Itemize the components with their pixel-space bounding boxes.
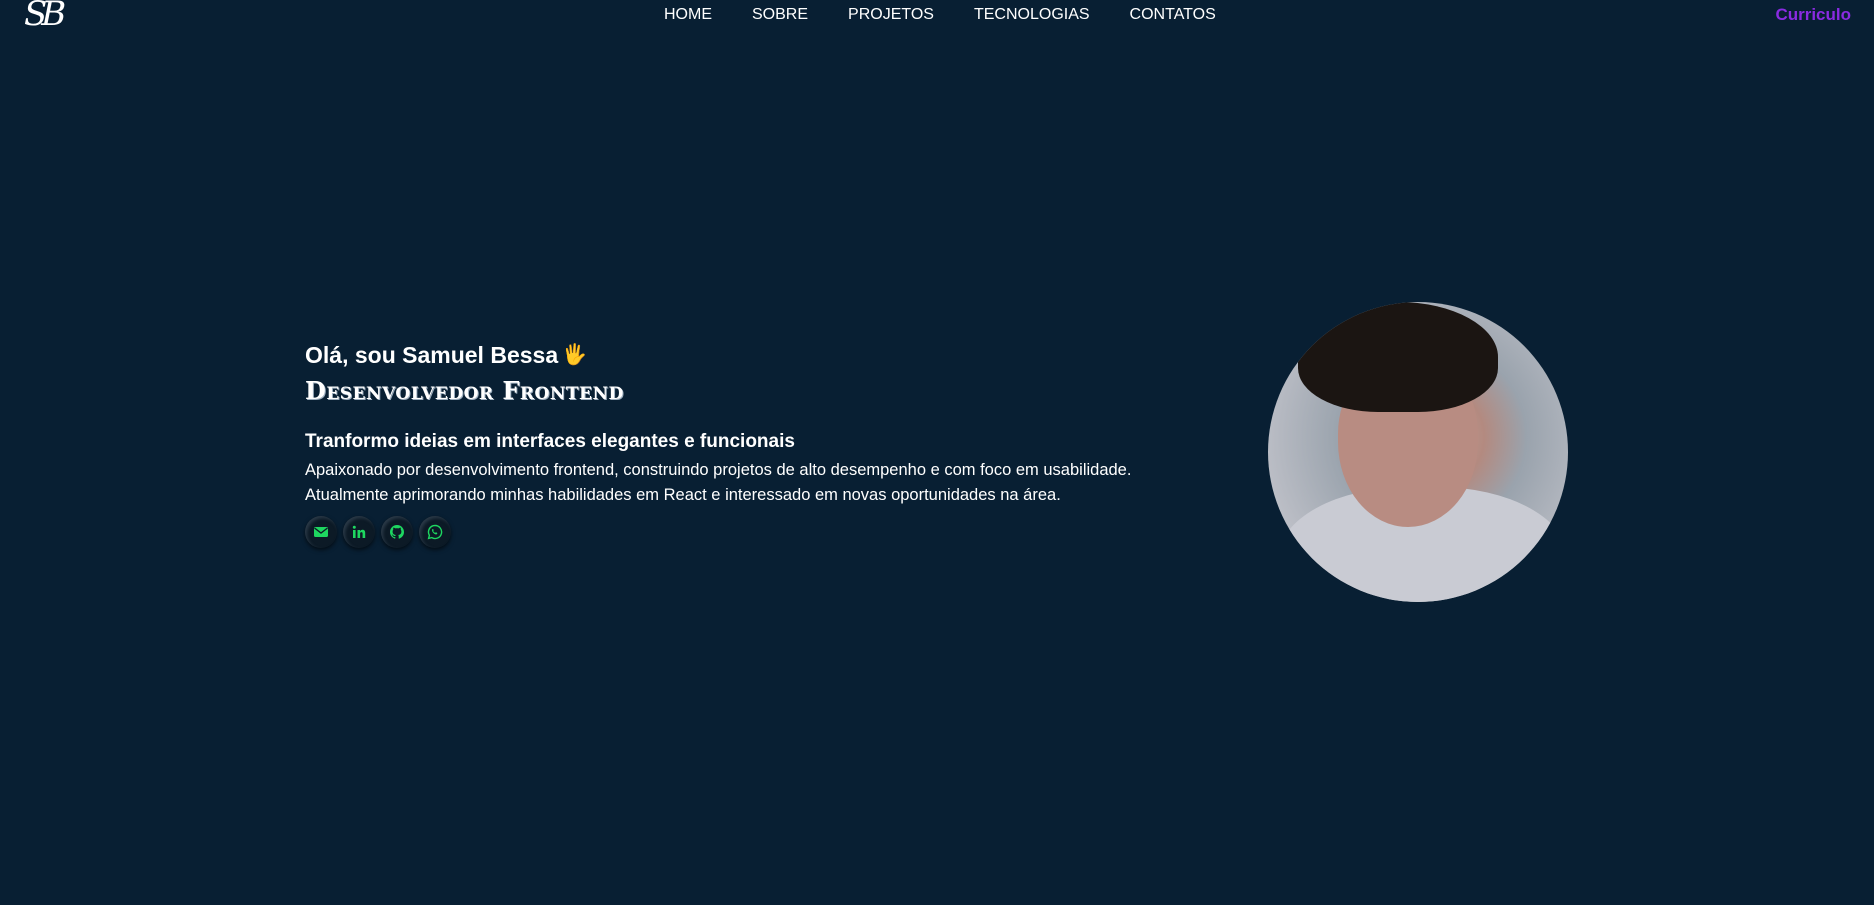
description-line-2: Atualmente aprimorando minhas habilidade… xyxy=(305,486,1061,504)
main-nav: HOME SOBRE PROJETOS TECNOLOGIAS CONTATOS xyxy=(664,5,1216,25)
photo-hair xyxy=(1298,302,1498,412)
role-title: Desenvolvedor Frontend xyxy=(305,376,624,405)
github-button[interactable] xyxy=(381,516,413,548)
logo[interactable]: SB xyxy=(24,0,66,34)
linkedin-button[interactable] xyxy=(343,516,375,548)
email-button[interactable] xyxy=(305,516,337,548)
description-line-1: Apaixonado por desenvolvimento frontend,… xyxy=(305,461,1132,479)
nav-projetos[interactable]: PROJETOS xyxy=(848,5,934,25)
github-icon xyxy=(389,524,405,540)
linkedin-icon xyxy=(351,524,367,540)
social-links xyxy=(305,516,1245,548)
nav-contatos[interactable]: CONTATOS xyxy=(1130,5,1216,25)
nav-sobre[interactable]: SOBRE xyxy=(752,5,808,25)
nav-tecnologias[interactable]: TECNOLOGIAS xyxy=(974,5,1090,25)
curriculo-link[interactable]: Curriculo xyxy=(1775,5,1851,25)
tagline: Tranformo ideias em interfaces elegantes… xyxy=(305,431,795,452)
site-header: SB HOME SOBRE PROJETOS TECNOLOGIAS CONTA… xyxy=(0,0,1874,34)
greeting-heading: Olá, sou Samuel Bessa 🖐 xyxy=(305,340,1245,370)
email-icon xyxy=(313,524,329,540)
whatsapp-button[interactable] xyxy=(419,516,451,548)
hero-section: Olá, sou Samuel Bessa 🖐 Desenvolvedor Fr… xyxy=(305,340,1245,548)
whatsapp-icon xyxy=(427,524,443,540)
greeting-text: Olá, sou Samuel Bessa xyxy=(305,342,559,368)
nav-home[interactable]: HOME xyxy=(664,5,712,25)
wave-hand-icon: 🖐 xyxy=(562,344,588,366)
profile-photo xyxy=(1268,302,1568,602)
